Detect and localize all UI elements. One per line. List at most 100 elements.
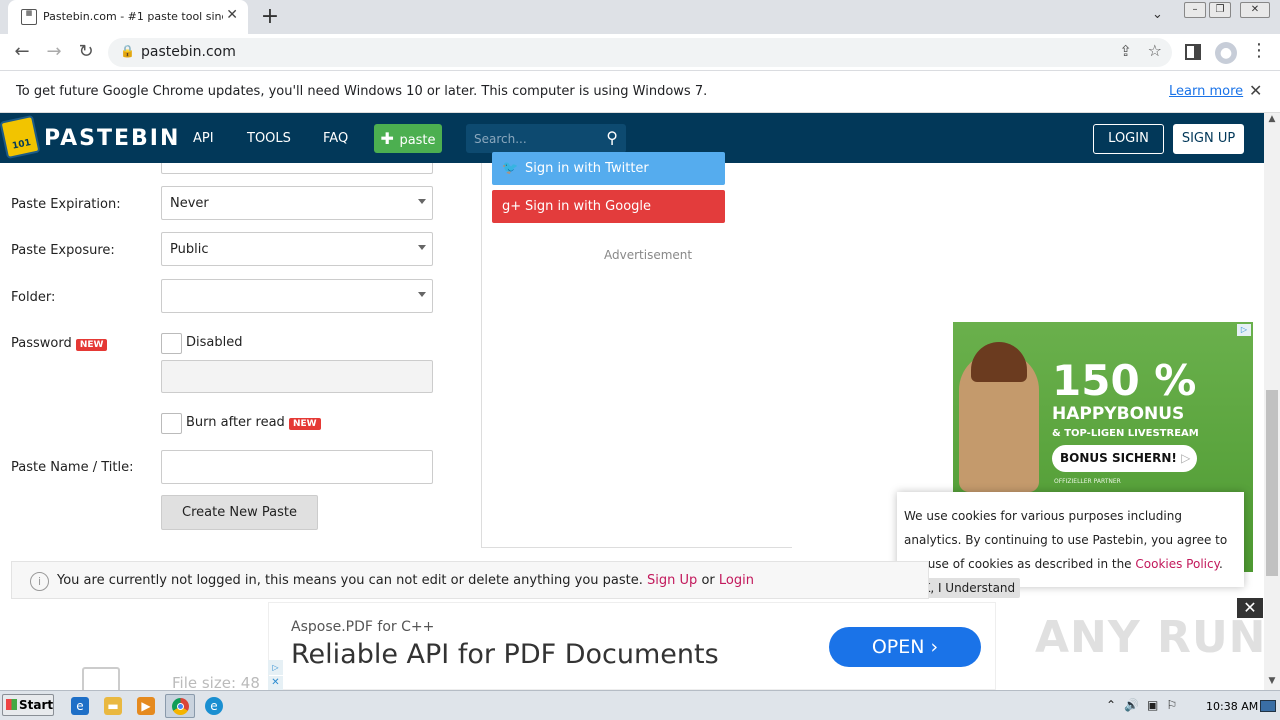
new-paste-button[interactable]: ✚ paste bbox=[374, 124, 442, 153]
twitter-icon: 🐦 bbox=[502, 161, 519, 176]
folder-select[interactable] bbox=[161, 279, 433, 313]
ad-cta-button[interactable]: BONUS SICHERN! ▷ bbox=[1052, 445, 1197, 472]
twitter-signin-button[interactable]: 🐦 Sign in with Twitter bbox=[492, 152, 725, 185]
close-window-button[interactable]: ✕ bbox=[1240, 2, 1270, 18]
profile-avatar-icon[interactable]: ● bbox=[1215, 42, 1237, 64]
bottom-ad-subtitle: Aspose.PDF for C++ bbox=[291, 619, 435, 635]
nav-tools[interactable]: TOOLS bbox=[247, 131, 291, 146]
password-checkbox-label: Disabled bbox=[186, 335, 243, 350]
dropdown-caret-icon bbox=[418, 292, 426, 297]
not-logged-in-notice: i You are currently not logged in, this … bbox=[11, 561, 929, 599]
edge-icon[interactable]: e bbox=[205, 697, 223, 715]
learn-more-link[interactable]: Learn more bbox=[1169, 84, 1243, 99]
burn-after-read-label: Burn after read NEW bbox=[186, 415, 321, 430]
infobar-message: To get future Google Chrome updates, you… bbox=[16, 84, 708, 99]
side-panel-icon[interactable] bbox=[1185, 44, 1201, 60]
browser-tab[interactable]: ▦ Pastebin.com - #1 paste tool since 2 ✕ bbox=[8, 0, 248, 34]
bottom-ad-open-button[interactable]: OPEN › bbox=[829, 627, 981, 667]
back-icon[interactable]: ← bbox=[11, 41, 33, 63]
title-input[interactable] bbox=[161, 450, 433, 484]
scroll-up-arrow-icon[interactable]: ▲ bbox=[1264, 114, 1280, 128]
nav-faq[interactable]: FAQ bbox=[323, 131, 348, 146]
pastebin-favicon-icon: ▦ bbox=[21, 9, 37, 25]
dropdown-caret-icon bbox=[418, 199, 426, 204]
password-label-text: Password bbox=[11, 336, 72, 351]
minimize-button[interactable]: – bbox=[1184, 2, 1206, 18]
ad-close-small-icon[interactable]: ✕ bbox=[268, 676, 283, 690]
taskbar-clock[interactable]: 10:38 AM bbox=[1206, 700, 1258, 713]
bottom-ad-title: Reliable API for PDF Documents bbox=[291, 639, 719, 670]
cookies-policy-link[interactable]: Cookies Policy bbox=[1135, 557, 1219, 571]
chrome-taskbar-icon[interactable] bbox=[165, 694, 195, 718]
notice-or: or bbox=[701, 573, 715, 588]
tab-title: Pastebin.com - #1 paste tool since 2 bbox=[43, 10, 223, 23]
google-signin-label: Sign in with Google bbox=[525, 199, 652, 214]
lock-icon[interactable]: 🔒 bbox=[120, 44, 135, 58]
notice-signup-link[interactable]: Sign Up bbox=[647, 573, 697, 588]
ad-headline: 150 % bbox=[1052, 356, 1197, 405]
search-box[interactable]: Search... ⚲ bbox=[466, 124, 626, 153]
play-icon: ▷ bbox=[1181, 451, 1191, 465]
exposure-select[interactable]: Public bbox=[161, 232, 433, 266]
login-button[interactable]: LOGIN bbox=[1093, 124, 1164, 154]
share-icon[interactable]: ⇪ bbox=[1119, 42, 1132, 60]
forward-icon[interactable]: → bbox=[43, 41, 65, 63]
adchoices-icon[interactable]: ▷ bbox=[268, 660, 283, 675]
cookie-period: . bbox=[1219, 557, 1223, 571]
search-icon[interactable]: ⚲ bbox=[606, 128, 618, 147]
search-placeholder[interactable]: Search... bbox=[474, 132, 527, 146]
scroll-down-arrow-icon[interactable]: ▼ bbox=[1264, 676, 1280, 690]
url-text[interactable]: pastebin.com bbox=[141, 44, 236, 60]
media-player-icon[interactable]: ▶ bbox=[137, 697, 155, 715]
adchoices-icon[interactable]: ▷ bbox=[1237, 324, 1251, 336]
paste-button-label: paste bbox=[399, 133, 436, 148]
password-label: Password NEW bbox=[11, 336, 108, 351]
burn-label-text: Burn after read bbox=[186, 415, 285, 430]
exposure-value: Public bbox=[170, 242, 209, 257]
info-icon: i bbox=[30, 572, 49, 591]
ad-line2: & TOP-LIGEN LIVESTREAM bbox=[1052, 428, 1199, 439]
expiration-select[interactable]: Never bbox=[161, 186, 433, 220]
title-label: Paste Name / Title: bbox=[11, 460, 134, 475]
anyrun-watermark: ANY RUN bbox=[1035, 612, 1267, 663]
close-tab-icon[interactable]: ✕ bbox=[226, 7, 238, 23]
notice-login-link[interactable]: Login bbox=[719, 573, 754, 588]
brand-name[interactable]: PASTEBIN bbox=[44, 126, 180, 151]
close-infobar-icon[interactable]: ✕ bbox=[1249, 81, 1262, 100]
tab-search-chevron-icon[interactable]: ⌄ bbox=[1152, 7, 1163, 22]
bottom-advertisement[interactable]: Aspose.PDF for C++ Reliable API for PDF … bbox=[268, 602, 996, 690]
advertisement-label: Advertisement bbox=[604, 248, 693, 262]
internet-explorer-icon[interactable]: e bbox=[71, 697, 89, 715]
close-ad-icon[interactable]: ✕ bbox=[1237, 598, 1263, 618]
scrollbar-thumb[interactable] bbox=[1266, 390, 1278, 576]
folder-label: Folder: bbox=[11, 290, 56, 305]
start-button[interactable]: Start bbox=[2, 694, 54, 716]
restore-button[interactable]: ❐ bbox=[1209, 2, 1231, 18]
update-infobar: To get future Google Chrome updates, you… bbox=[0, 71, 1280, 113]
create-new-paste-button[interactable]: Create New Paste bbox=[161, 495, 318, 530]
signup-button[interactable]: SIGN UP bbox=[1173, 124, 1244, 154]
exposure-label: Paste Exposure: bbox=[11, 243, 115, 258]
password-checkbox[interactable] bbox=[161, 333, 182, 354]
file-explorer-icon[interactable]: ▬ bbox=[104, 697, 122, 715]
google-plus-icon: g+ bbox=[502, 199, 522, 214]
ad-cta-label: BONUS SICHERN! bbox=[1060, 451, 1177, 465]
nav-api[interactable]: API bbox=[193, 131, 214, 146]
menu-kebab-icon[interactable]: ⋮ bbox=[1250, 40, 1268, 61]
reload-icon[interactable]: ↻ bbox=[75, 41, 97, 63]
start-label: Start bbox=[19, 698, 54, 712]
new-badge: NEW bbox=[75, 339, 108, 351]
ad-fine-print: OFFIZIELLER PARTNER bbox=[1054, 478, 1121, 485]
address-bar[interactable]: 🔒 pastebin.com ⇪ ☆ bbox=[108, 38, 1172, 67]
google-signin-button[interactable]: g+ Sign in with Google bbox=[492, 190, 725, 223]
system-tray-icons[interactable]: ⌃🔊▣⚐ bbox=[1106, 698, 1185, 712]
show-desktop-button[interactable] bbox=[1260, 700, 1276, 712]
burn-after-read-checkbox[interactable] bbox=[161, 413, 182, 434]
chrome-center bbox=[177, 703, 184, 710]
windows-flag-icon bbox=[6, 699, 17, 710]
bookmark-star-icon[interactable]: ☆ bbox=[1148, 41, 1162, 60]
logo-text: 101 bbox=[11, 137, 32, 152]
new-badge: NEW bbox=[288, 418, 321, 430]
new-tab-button[interactable]: + bbox=[258, 4, 282, 29]
password-input[interactable] bbox=[161, 360, 433, 393]
